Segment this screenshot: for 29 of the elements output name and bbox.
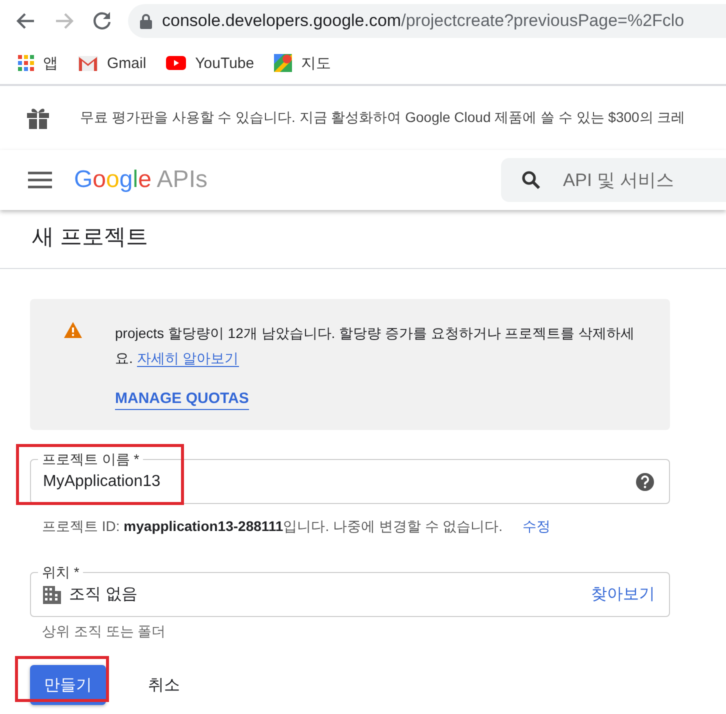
project-id-text: 프로젝트 ID: myapplication13-288111입니다. 나중에 변경할 수 없습니다. [42, 518, 503, 536]
mail-envelope-icon [78, 56, 98, 70]
play-button-icon [166, 56, 186, 70]
apps-grid-icon [18, 55, 34, 71]
lock-icon [140, 14, 152, 28]
bookmark[interactable]: Gmail [78, 54, 146, 72]
bookmark[interactable]: 앱 [18, 54, 58, 72]
search-field[interactable]: API 및 서비스 [501, 158, 726, 202]
logo: Google APIs [74, 166, 208, 194]
help-icon[interactable] [635, 472, 655, 492]
bookmark[interactable]: YouTube [166, 54, 254, 72]
menu-icon[interactable] [28, 171, 52, 189]
manage-quotas-link[interactable]: MANAGE QUOTAS [115, 389, 249, 410]
helper-text: 상위 조직 또는 폴더 [42, 623, 167, 641]
page-title: 새 프로젝트 [0, 210, 726, 269]
edit-link[interactable]: 수정 [522, 518, 551, 536]
learn-more-link[interactable]: 자세히 알아보기 [136, 350, 239, 367]
building-icon [43, 586, 61, 604]
cancel-button[interactable]: 취소 [134, 665, 194, 705]
gift-icon [26, 106, 50, 130]
trial-banner-text: 무료 평가판을 사용할 수 있습니다. 지금 활성화하여 Google Cloud 제품에 쓸 수 있는 $300의 크레 [80, 109, 686, 127]
browse-link[interactable]: 찾아보기 [591, 584, 655, 605]
map-pin-icon [274, 54, 292, 72]
search-icon [521, 170, 541, 190]
bookmark[interactable]: 지도 [274, 54, 332, 72]
warning-icon [63, 321, 83, 339]
create-button[interactable]: 만들기 [30, 665, 106, 705]
address-bar[interactable]: console.developers.google.com/projectcreate?previousPage=%2Fclo [128, 4, 726, 38]
notice-text: projects 할당량이 12개 남았습니다. 할당량 증가를 요청하거나 프로젝트를 삭제하세요. 자세히 알아보기 [115, 324, 636, 369]
